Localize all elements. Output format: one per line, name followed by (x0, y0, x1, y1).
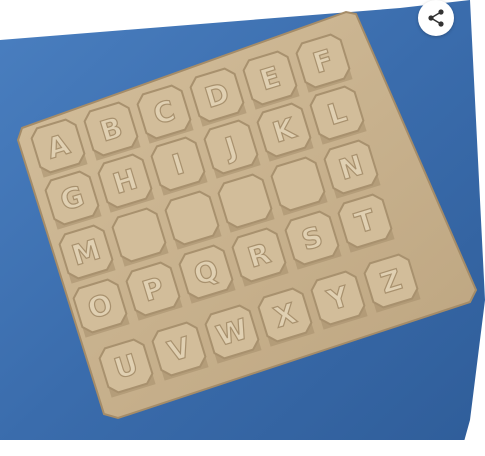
product-photo: A B C D E FG H I J K LMNO P Q R S TU V W X Y Z (0, 0, 485, 456)
share-button[interactable] (418, 0, 454, 36)
share-icon (428, 9, 444, 27)
